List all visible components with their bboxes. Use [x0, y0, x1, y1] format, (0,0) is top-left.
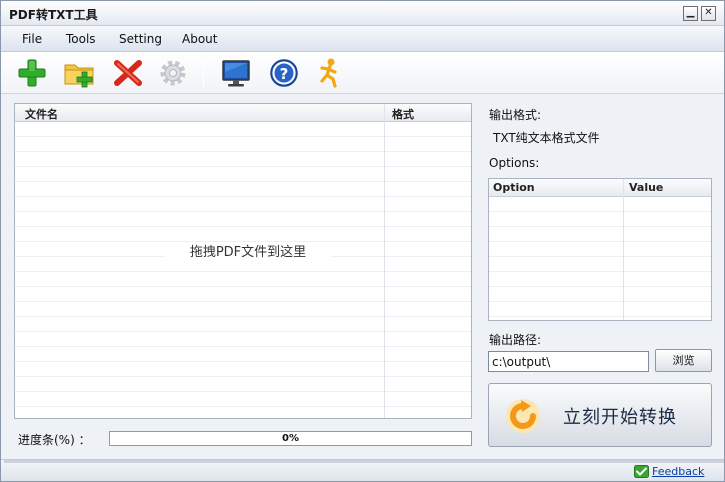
app-window: PDF转TXT工具 ▁ ✕ File Tools Setting About ?… [0, 0, 725, 482]
column-header-value[interactable]: Value [629, 181, 663, 194]
add-folder-button[interactable] [63, 57, 97, 89]
column-header-format[interactable]: 格式 [392, 106, 414, 122]
feedback-link[interactable]: Feedback [652, 465, 704, 478]
column-header-filename[interactable]: 文件名 [25, 106, 58, 122]
menu-setting[interactable]: Setting [119, 32, 162, 46]
column-divider [384, 104, 385, 418]
remove-button[interactable] [111, 57, 145, 89]
file-list-header: 文件名 格式 [15, 104, 471, 122]
menu-about[interactable]: About [182, 32, 217, 46]
start-convert-label: 立刻开始转换 [563, 407, 677, 428]
monitor-button[interactable] [219, 57, 253, 89]
settings-gear-icon [160, 60, 186, 86]
status-bar: Feedback [1, 459, 724, 481]
browse-button[interactable]: 浏览 [655, 349, 712, 372]
monitor-icon [222, 60, 250, 87]
run-button[interactable] [313, 57, 347, 89]
close-button[interactable]: ✕ [701, 6, 716, 21]
options-header: Option Value [489, 179, 711, 197]
help-icon: ? [270, 59, 298, 87]
file-list-rows [15, 122, 471, 418]
feedback-check-icon [634, 465, 649, 478]
output-path-label: 输出路径: [489, 333, 542, 347]
help-button[interactable]: ? [267, 57, 301, 89]
start-convert-button[interactable]: 立刻开始转换 [488, 383, 712, 447]
add-folder-icon [64, 64, 94, 88]
svg-text:?: ? [280, 65, 289, 83]
toolbar-separator [203, 58, 204, 88]
output-path-input[interactable] [488, 351, 649, 372]
title-bar[interactable]: PDF转TXT工具 ▁ ✕ [1, 1, 724, 26]
file-list[interactable]: 文件名 格式 拖拽PDF文件到这里 [14, 103, 472, 419]
run-person-icon [320, 58, 337, 88]
output-format-label: 输出格式: [489, 108, 542, 122]
menu-tools[interactable]: Tools [66, 32, 96, 46]
window-title: PDF转TXT工具 [9, 8, 98, 22]
menu-file[interactable]: File [22, 32, 42, 46]
progress-text: 0% [282, 433, 299, 444]
remove-icon [114, 60, 142, 86]
drop-hint: 拖拽PDF文件到这里 [165, 242, 331, 264]
output-format-value: TXT纯文本格式文件 [493, 131, 600, 145]
options-label: Options: [489, 156, 540, 170]
progress-label: 进度条(%) ： [18, 433, 91, 447]
column-header-option[interactable]: Option [493, 181, 535, 194]
add-file-icon [18, 59, 46, 87]
options-rows [489, 197, 711, 320]
refresh-arrow-icon [506, 399, 540, 433]
status-bar-divider [4, 460, 724, 463]
settings-button[interactable] [156, 57, 190, 89]
progress-bar: 0% [109, 431, 472, 446]
options-grid[interactable]: Option Value [488, 178, 712, 321]
minimize-button[interactable]: ▁ [683, 6, 698, 21]
add-file-button[interactable] [15, 57, 49, 89]
toolbar: ? [1, 52, 724, 94]
menu-bar: File Tools Setting About [1, 26, 724, 52]
options-column-divider [623, 179, 624, 320]
